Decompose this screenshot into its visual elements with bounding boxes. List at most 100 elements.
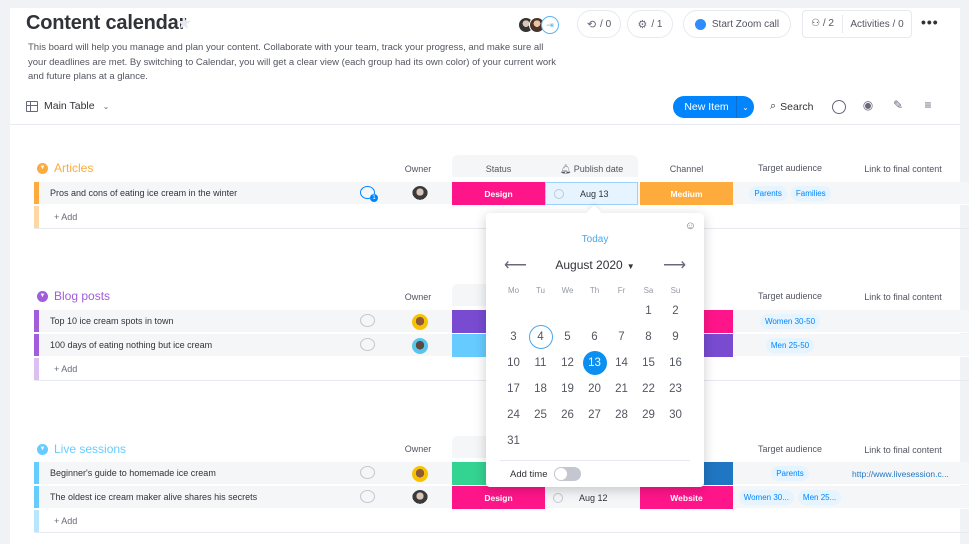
- updates-icon[interactable]: 1: [360, 186, 378, 202]
- board-title[interactable]: Content calendar: [26, 12, 186, 35]
- updates-icon[interactable]: [360, 314, 375, 327]
- collapse-icon[interactable]: ▼: [37, 290, 48, 302]
- calendar-day[interactable]: 20: [581, 376, 608, 402]
- new-item-button[interactable]: New Item ⌄: [673, 96, 754, 118]
- calendar-day[interactable]: 24: [500, 402, 527, 428]
- activities-button[interactable]: Activities / 0: [843, 19, 911, 30]
- next-month-arrow-icon[interactable]: ⟶: [663, 255, 686, 275]
- channel-cell[interactable]: Website: [640, 486, 733, 509]
- collapse-icon[interactable]: ▼: [37, 443, 48, 455]
- calendar-day[interactable]: 9: [662, 324, 689, 350]
- calendar-day[interactable]: 2: [662, 298, 689, 324]
- calendar-day[interactable]: 16: [662, 350, 689, 376]
- target-audience-cell[interactable]: Parents: [735, 462, 845, 485]
- column-header-link[interactable]: Link to final content: [848, 292, 958, 302]
- group-title-articles[interactable]: ▼ Articles: [37, 161, 93, 175]
- column-header-target-audience[interactable]: Target audience: [735, 444, 845, 454]
- calendar-day[interactable]: 17: [500, 376, 527, 402]
- publish-date-cell[interactable]: Aug 13: [545, 182, 638, 205]
- table-row[interactable]: The oldest ice cream maker alive shares …: [34, 486, 969, 509]
- group-title-live-sessions[interactable]: ▼ Live sessions: [37, 442, 126, 456]
- column-header-target-audience[interactable]: Target audience: [735, 291, 845, 301]
- calendar-day[interactable]: 26: [554, 402, 581, 428]
- owner-avatar[interactable]: [412, 314, 428, 330]
- owner-avatar[interactable]: [412, 186, 428, 202]
- eye-icon[interactable]: ◉: [860, 98, 876, 112]
- chevron-down-icon[interactable]: ⌄: [736, 96, 754, 118]
- updates-icon[interactable]: [360, 338, 375, 351]
- target-audience-cell[interactable]: Parents Families: [735, 182, 845, 205]
- start-zoom-call-button[interactable]: Start Zoom call: [683, 10, 791, 38]
- target-audience-cell[interactable]: Women 30... Men 25...: [735, 486, 845, 509]
- calendar-day[interactable]: 23: [662, 376, 689, 402]
- calendar-day[interactable]: 3: [500, 324, 527, 350]
- calendar-day[interactable]: 10: [500, 350, 527, 376]
- status-cell[interactable]: Design: [452, 486, 545, 509]
- owner-avatar[interactable]: [412, 466, 428, 482]
- members-button[interactable]: ⚇ / 2: [803, 15, 843, 33]
- calendar-day[interactable]: 25: [527, 402, 554, 428]
- pin-icon[interactable]: ✎: [890, 98, 906, 112]
- search-button[interactable]: ⌕ Search: [770, 100, 813, 113]
- calendar-day[interactable]: 13: [581, 350, 608, 376]
- person-filter-icon[interactable]: [832, 100, 846, 114]
- table-row[interactable]: Pros and cons of eating ice cream in the…: [34, 182, 969, 205]
- column-header-channel[interactable]: Channel: [640, 164, 733, 174]
- view-selector[interactable]: Main Table ⌄: [26, 100, 109, 112]
- date-check-icon[interactable]: [554, 188, 564, 199]
- column-header-owner[interactable]: Owner: [398, 444, 438, 454]
- calendar-day[interactable]: 30: [662, 402, 689, 428]
- calendar-day[interactable]: 28: [608, 402, 635, 428]
- target-audience-cell[interactable]: Men 25-50: [735, 334, 845, 357]
- owner-avatar[interactable]: [412, 490, 428, 506]
- add-time-toggle[interactable]: [553, 467, 581, 481]
- calendar-day[interactable]: 19: [554, 376, 581, 402]
- board-description[interactable]: This board will help you manage and plan…: [28, 41, 558, 85]
- calendar-day[interactable]: 7: [608, 324, 635, 350]
- more-options-icon[interactable]: •••: [921, 14, 939, 30]
- column-header-owner[interactable]: Owner: [398, 292, 438, 302]
- calendar-day[interactable]: 8: [635, 324, 662, 350]
- updates-icon[interactable]: [360, 490, 375, 503]
- calendar-day[interactable]: 22: [635, 376, 662, 402]
- calendar-day[interactable]: 12: [554, 350, 581, 376]
- updates-icon[interactable]: [360, 466, 375, 479]
- add-item-row[interactable]: + Add: [34, 510, 969, 533]
- status-cell[interactable]: Design: [452, 182, 545, 205]
- calendar-day[interactable]: 15: [635, 350, 662, 376]
- calendar-day[interactable]: 14: [608, 350, 635, 376]
- calendar-day[interactable]: 4: [527, 324, 554, 350]
- link-cell[interactable]: http://www.livesession.c...: [852, 462, 969, 485]
- column-header-owner[interactable]: Owner: [398, 164, 438, 174]
- calendar-day[interactable]: 11: [527, 350, 554, 376]
- calendar-day[interactable]: 18: [527, 376, 554, 402]
- emoji-icon[interactable]: ☺: [685, 220, 696, 232]
- star-icon[interactable]: ★: [176, 13, 192, 34]
- channel-cell[interactable]: Medium: [640, 182, 733, 205]
- collapse-icon[interactable]: ▼: [37, 162, 48, 174]
- today-button[interactable]: Today: [486, 234, 704, 245]
- filter-icon[interactable]: ≡: [920, 98, 936, 112]
- board-members[interactable]: ⇥: [518, 16, 559, 34]
- calendar-day[interactable]: 29: [635, 402, 662, 428]
- column-header-target-audience[interactable]: Target audience: [735, 163, 845, 173]
- integrations-button[interactable]: ⟲/ 0: [577, 10, 621, 38]
- calendar-day[interactable]: 27: [581, 402, 608, 428]
- weekday-label: Th: [589, 286, 600, 295]
- date-check-icon[interactable]: [553, 492, 563, 503]
- calendar-day[interactable]: 31: [500, 428, 527, 454]
- calendar-day[interactable]: 21: [608, 376, 635, 402]
- column-header-link[interactable]: Link to final content: [848, 164, 958, 174]
- invite-icon[interactable]: ⇥: [541, 16, 559, 34]
- publish-date-cell[interactable]: Aug 12: [545, 486, 638, 509]
- calendar-day[interactable]: 6: [581, 324, 608, 350]
- column-header-link[interactable]: Link to final content: [848, 445, 958, 455]
- target-audience-cell[interactable]: Women 30-50: [735, 310, 845, 333]
- automations-button[interactable]: ⚙/ 1: [627, 10, 673, 38]
- group-title-blog-posts[interactable]: ▼ Blog posts: [37, 289, 110, 303]
- column-header-publish-date[interactable]: 🔔︎ Publish date: [545, 164, 638, 175]
- calendar-day[interactable]: 1: [635, 298, 662, 324]
- column-header-status[interactable]: Status: [452, 164, 545, 174]
- calendar-day[interactable]: 5: [554, 324, 581, 350]
- owner-avatar[interactable]: [412, 338, 428, 354]
